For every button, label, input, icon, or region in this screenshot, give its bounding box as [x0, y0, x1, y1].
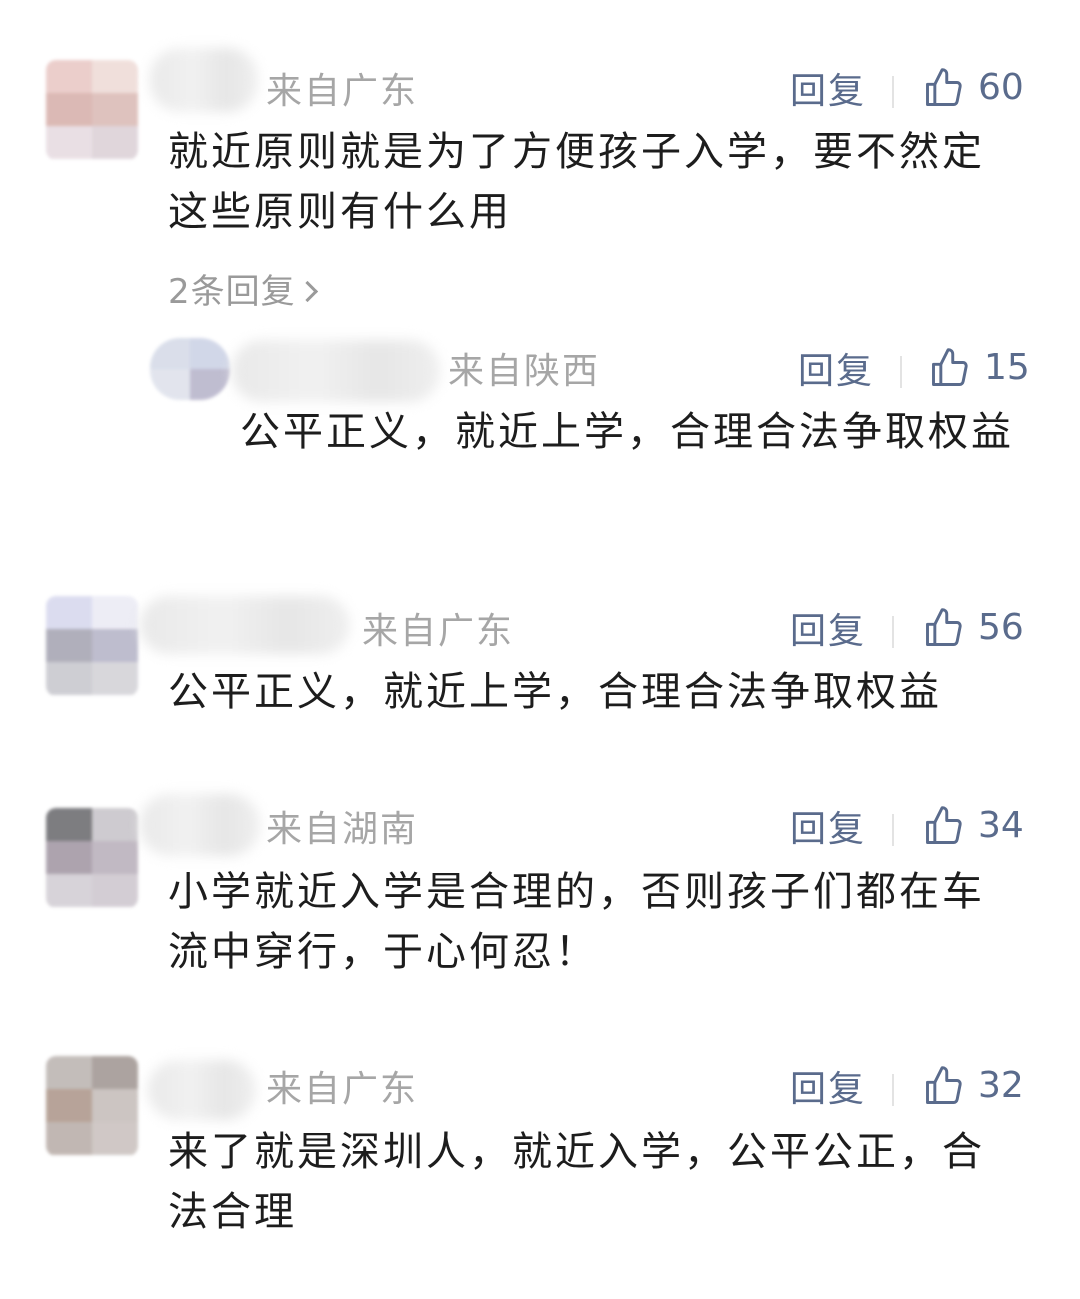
username-blurred[interactable] — [140, 794, 260, 856]
reply-button[interactable]: 回复 — [790, 72, 866, 112]
like-button[interactable]: 56 — [922, 606, 1024, 650]
reply-text: 公平正义，就近上学，合理合法争取权益 — [240, 409, 1014, 455]
reply-button[interactable]: 回复 — [790, 612, 866, 652]
like-button[interactable]: 15 — [928, 346, 1030, 390]
thumbs-up-icon — [926, 68, 962, 106]
like-count: 15 — [984, 347, 1030, 388]
reply-button[interactable]: 回复 — [790, 1070, 866, 1110]
location-label: 来自广东 — [362, 611, 515, 652]
comment-text: 小学就近入学是合理的，否则孩子们都在车流中穿行，于心何忍！ — [168, 869, 985, 975]
like-count: 34 — [978, 805, 1024, 846]
reply-button[interactable]: 回复 — [790, 810, 866, 850]
location-label: 来自湖南 — [266, 809, 419, 850]
username-blurred[interactable] — [148, 1060, 256, 1120]
view-replies-link[interactable]: 2条回复 — [168, 272, 318, 312]
comment-text: 来了就是深圳人，就近入学，公平公正，合法合理 — [168, 1129, 985, 1235]
avatar[interactable] — [46, 60, 138, 160]
username-blurred[interactable] — [140, 596, 350, 654]
comment-text: 公平正义，就近上学，合理合法争取权益 — [168, 669, 942, 715]
location-label: 来自广东 — [266, 1069, 419, 1110]
like-button[interactable]: 60 — [922, 66, 1024, 110]
view-replies-label: 2条回复 — [168, 272, 296, 312]
avatar[interactable] — [150, 338, 230, 400]
reply-button[interactable]: 回复 — [798, 352, 874, 392]
like-count: 56 — [978, 607, 1024, 648]
divider — [892, 814, 894, 846]
username-blurred[interactable] — [150, 48, 258, 112]
divider — [900, 356, 902, 388]
like-count: 32 — [978, 1065, 1024, 1106]
thumbs-up-icon — [932, 348, 968, 386]
divider — [892, 616, 894, 648]
avatar[interactable] — [46, 808, 138, 908]
thumbs-up-icon — [926, 1066, 962, 1104]
divider — [892, 1074, 894, 1106]
like-button[interactable]: 34 — [922, 804, 1024, 848]
location-label: 来自广东 — [266, 71, 419, 112]
avatar[interactable] — [46, 1056, 138, 1156]
divider — [892, 76, 894, 108]
username-blurred[interactable] — [232, 340, 440, 402]
comment-text: 就近原则就是为了方便孩子入学，要不然定这些原则有什么用 — [168, 129, 985, 235]
location-label: 来自陕西 — [448, 351, 601, 392]
chevron-right-icon — [296, 280, 318, 303]
thumbs-up-icon — [926, 806, 962, 844]
like-button[interactable]: 32 — [922, 1064, 1024, 1108]
like-count: 60 — [978, 67, 1024, 108]
thumbs-up-icon — [926, 608, 962, 646]
avatar[interactable] — [46, 596, 138, 696]
